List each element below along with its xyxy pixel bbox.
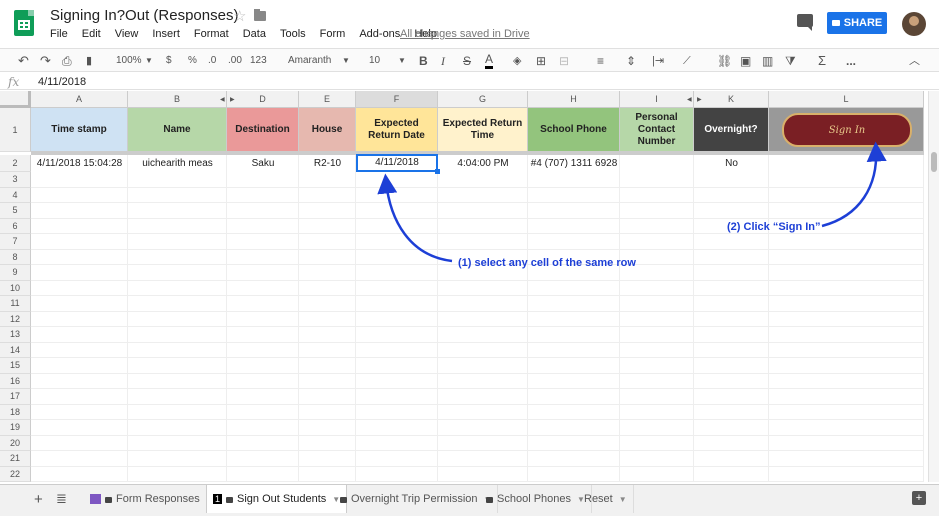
menu-format[interactable]: Format <box>194 28 229 40</box>
decrease-decimal-button[interactable]: .0 <box>208 53 216 69</box>
menu-addons[interactable]: Add-ons <box>359 28 400 40</box>
align-vertical-icon[interactable]: ⇕ <box>626 53 636 69</box>
align-horizontal-icon[interactable]: ≡ <box>597 53 604 69</box>
increase-decimal-button[interactable]: .00 <box>228 53 242 69</box>
collapse-toolbar-icon[interactable]: ︿ <box>909 53 920 69</box>
document-title[interactable]: Signing In?Out (Responses) <box>50 7 238 24</box>
print-icon[interactable]: ⎙ <box>62 53 72 69</box>
lock-icon <box>831 20 840 26</box>
form-icon <box>90 494 101 504</box>
explore-icon[interactable]: + <box>912 491 926 505</box>
filter-icon[interactable]: ⧩ <box>785 53 796 69</box>
add-sheet-icon[interactable]: + <box>34 491 43 508</box>
scrollbar-thumb[interactable] <box>931 152 937 172</box>
italic-button[interactable]: I <box>441 53 445 69</box>
tab-label: Form Responses <box>116 493 200 505</box>
tab-label: Overnight Trip Permission <box>351 493 478 505</box>
star-icon[interactable]: ☆ <box>233 7 246 25</box>
sheet-tabs-bar: + ≣ Form Responses ▼ 1 Sign Out Students… <box>0 484 939 516</box>
tab-label: School Phones <box>497 493 571 505</box>
all-sheets-icon[interactable]: ≣ <box>56 491 67 507</box>
comments-icon[interactable] <box>797 14 813 31</box>
redo-icon[interactable]: ↷ <box>40 53 51 69</box>
arrow-to-sign-in <box>821 141 887 228</box>
menu-view[interactable]: View <box>115 28 139 40</box>
save-status[interactable]: All changes saved in Drive <box>400 28 530 40</box>
percent-button[interactable]: % <box>188 53 197 69</box>
tab-sign-out-students[interactable]: 1 Sign Out Students ▼ <box>206 485 348 513</box>
more-button[interactable]: ... <box>846 53 856 69</box>
menu-data[interactable]: Data <box>243 28 266 40</box>
chevron-down-icon: ▼ <box>342 56 350 65</box>
chevron-down-icon: ▼ <box>398 56 406 65</box>
link-icon[interactable]: ⛓ <box>717 53 732 69</box>
functions-icon[interactable]: Σ <box>818 53 826 69</box>
chevron-down-icon[interactable]: ▼ <box>619 495 627 504</box>
menu-file[interactable]: File <box>50 28 68 40</box>
toolbar: ↶ ↷ ⎙ ▮ 100% ▼ $ % .0 .00 123 Amaranth ▼… <box>0 48 939 72</box>
chart-icon[interactable]: ▥ <box>762 53 773 69</box>
more-formats-button[interactable]: 123 <box>250 53 267 69</box>
text-wrap-icon[interactable]: |⇥ <box>652 53 664 69</box>
function-label: fx <box>8 75 20 89</box>
font-select[interactable]: Amaranth <box>288 53 331 69</box>
avatar[interactable] <box>902 12 926 36</box>
menu-bar: File Edit View Insert Format Data Tools … <box>50 28 451 40</box>
tab-overnight-trip-permission[interactable]: Overnight Trip Permission ▼ <box>334 485 499 513</box>
lock-icon <box>226 497 234 503</box>
annotation-step-1: (1) select any cell of the same row <box>458 257 636 269</box>
zoom-select[interactable]: 100% <box>116 53 142 69</box>
text-color-button[interactable]: A <box>485 53 494 69</box>
menu-insert[interactable]: Insert <box>152 28 180 40</box>
paint-format-icon[interactable]: ▮ <box>86 53 92 69</box>
arrow-to-cell <box>377 173 453 263</box>
font-size-select[interactable]: 10 <box>369 53 380 69</box>
lock-icon <box>105 497 112 503</box>
vertical-scrollbar[interactable] <box>928 91 939 482</box>
chevron-down-icon: ▼ <box>145 56 153 65</box>
tab-label: Reset <box>584 493 613 505</box>
annotation-step-2: (2) Click “Sign In” <box>727 221 821 233</box>
menu-form[interactable]: Form <box>320 28 346 40</box>
share-button[interactable]: SHARE <box>827 12 887 34</box>
menu-tools[interactable]: Tools <box>280 28 306 40</box>
bold-button[interactable]: B <box>419 53 428 69</box>
sheets-logo-icon[interactable] <box>14 10 34 36</box>
folder-icon[interactable] <box>254 9 266 21</box>
formula-bar: fx 4/11/2018 <box>0 73 939 90</box>
annotation-arrows <box>377 141 887 263</box>
comment-add-icon[interactable]: ▣ <box>740 53 751 69</box>
text-rotate-icon[interactable]: ⟋ <box>683 53 691 69</box>
fill-color-icon[interactable]: ◈ <box>513 53 521 69</box>
tab-label: Sign Out Students <box>237 493 327 505</box>
tab-badge: 1 <box>213 494 223 504</box>
borders-icon[interactable]: ⊞ <box>536 53 546 69</box>
currency-button[interactable]: $ <box>166 53 172 69</box>
lock-icon <box>486 497 493 503</box>
formula-input[interactable]: 4/11/2018 <box>38 76 86 88</box>
merge-cells-icon[interactable]: ⊟ <box>559 53 569 69</box>
share-label: SHARE <box>843 17 883 29</box>
menu-edit[interactable]: Edit <box>82 28 101 40</box>
tab-reset[interactable]: Reset ▼ <box>578 485 634 513</box>
spreadsheet-grid[interactable]: A B D E F G H I K L ◀ ▶ ◀ ▶ 1 2 34567891… <box>0 91 939 482</box>
lock-icon <box>340 497 347 503</box>
undo-icon[interactable]: ↶ <box>18 53 29 69</box>
strikethrough-button[interactable]: S <box>463 53 471 69</box>
tab-form-responses[interactable]: Form Responses ▼ <box>84 485 221 513</box>
tab-school-phones[interactable]: School Phones ▼ <box>480 485 592 513</box>
